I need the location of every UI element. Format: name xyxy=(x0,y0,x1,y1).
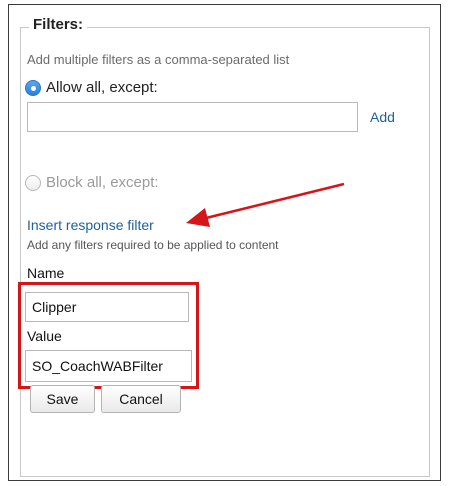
response-filter-hint: Add any filters required to be applied t… xyxy=(27,238,279,252)
block-all-label: Block all, except: xyxy=(46,174,159,191)
filter-list-input[interactable] xyxy=(27,102,358,132)
filters-hint: Add multiple filters as a comma-separate… xyxy=(27,52,290,67)
name-input[interactable] xyxy=(25,292,189,322)
allow-all-radio-option[interactable]: Allow all, except: xyxy=(25,79,158,96)
allow-all-label: Allow all, except: xyxy=(46,79,158,96)
save-button[interactable]: Save xyxy=(30,385,95,413)
allow-all-radio[interactable] xyxy=(25,79,41,96)
value-label: Value xyxy=(27,328,62,344)
add-link[interactable]: Add xyxy=(370,109,395,125)
name-label: Name xyxy=(27,265,65,281)
filters-legend: Filters: xyxy=(29,16,88,33)
block-all-radio-option[interactable]: Block all, except: xyxy=(25,174,159,191)
block-all-radio[interactable] xyxy=(25,174,41,191)
cancel-button[interactable]: Cancel xyxy=(101,385,181,413)
value-input[interactable] xyxy=(25,350,192,382)
insert-response-filter-link[interactable]: Insert response filter xyxy=(27,217,154,233)
